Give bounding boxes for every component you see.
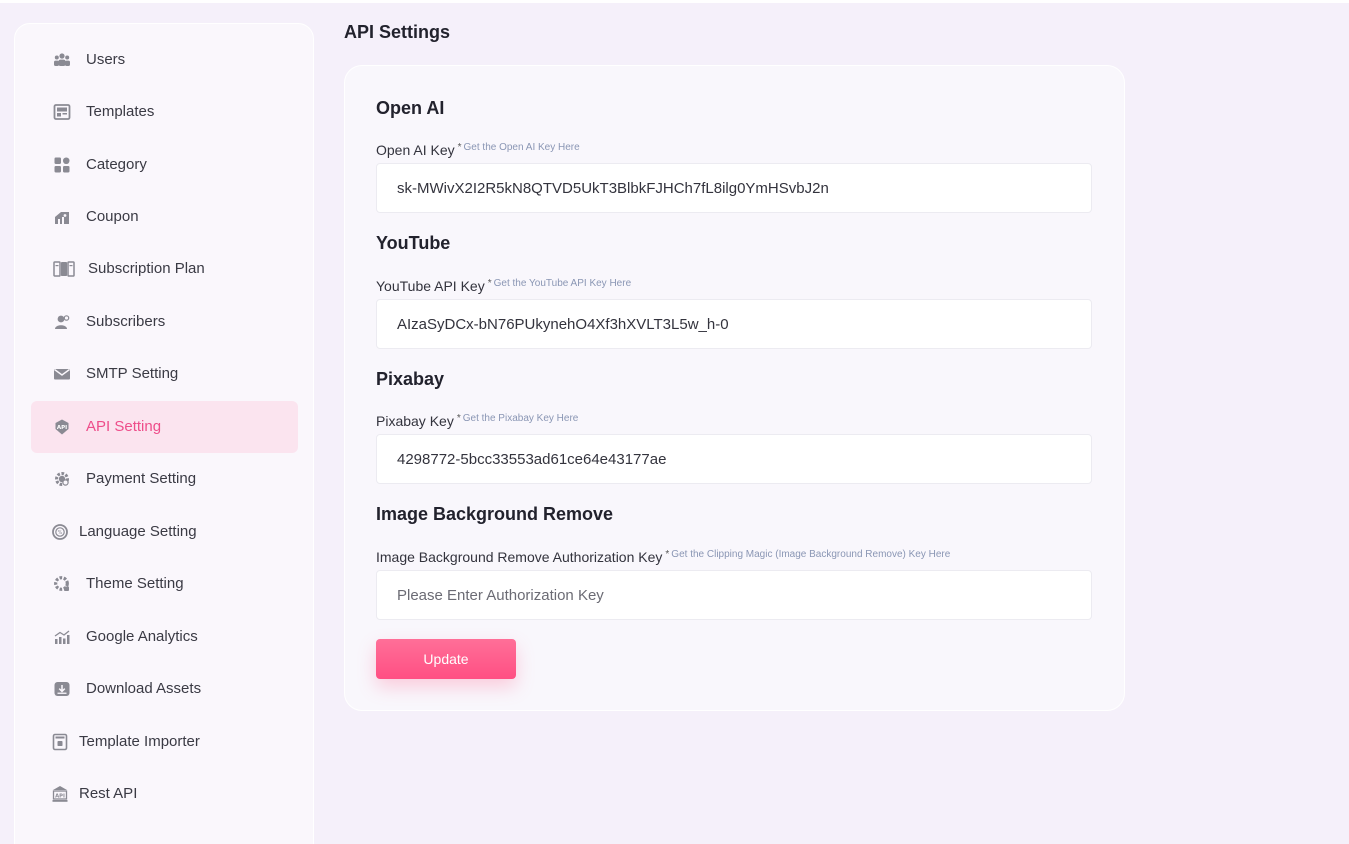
required-marker: * — [456, 413, 461, 424]
svg-text:API: API — [55, 793, 65, 799]
pixabay-section-title: Pixabay — [376, 369, 445, 389]
sidebar-item-template-importer[interactable]: Template Importer — [31, 716, 298, 768]
sidebar-item-download-assets[interactable]: Download Assets — [31, 663, 298, 715]
sidebar-item-label: Template Importer — [79, 733, 200, 750]
sidebar-item-rest-api[interactable]: API Rest API — [31, 768, 298, 820]
youtube-help-link[interactable]: Get the YouTube API Key Here — [494, 278, 632, 289]
sidebar-item-category[interactable]: Category — [31, 139, 298, 191]
sidebar-item-coupon[interactable]: Coupon — [31, 191, 298, 243]
field-label-text: Pixabay Key — [376, 413, 454, 429]
top-strip — [0, 0, 1349, 3]
sidebar-item-label: Rest API — [79, 785, 138, 802]
bgremove-key-input[interactable] — [376, 570, 1092, 620]
required-marker: * — [665, 549, 670, 560]
sidebar-item-google-analytics[interactable]: Google Analytics — [31, 611, 298, 663]
api-settings-card: Open AI Open AI Key * Get the Open AI Key … — [344, 65, 1125, 711]
sidebar-item-label: Coupon — [86, 208, 139, 225]
api-icon: API — [53, 418, 71, 436]
required-marker: * — [457, 142, 462, 153]
youtube-key-input[interactable] — [376, 299, 1092, 349]
rest-api-icon: API — [51, 785, 69, 803]
sidebar-item-label: Theme Setting — [86, 575, 184, 592]
sidebar-item-label: Google Analytics — [86, 628, 198, 645]
coupon-icon — [53, 208, 71, 226]
page-title: API Settings — [344, 22, 451, 42]
bgremove-help-link[interactable]: Get the Clipping Magic (Image Background… — [671, 549, 950, 560]
payment-gear-icon — [53, 470, 71, 488]
sidebar-item-label: SMTP Setting — [86, 365, 179, 382]
templates-icon — [53, 103, 71, 121]
sidebar-item-label: Payment Setting — [86, 470, 197, 487]
openai-help-link[interactable]: Get the Open AI Key Here — [464, 142, 580, 153]
sidebar-item-api-setting[interactable]: API API Setting — [31, 401, 298, 453]
users-icon — [53, 51, 71, 69]
youtube-section-title: YouTube — [376, 233, 451, 253]
pixabay-key-label: Pixabay Key * Get the Pixabay Key Here — [376, 413, 578, 429]
sidebar-item-label: Subscription Plan — [88, 260, 205, 277]
openai-key-input[interactable] — [376, 163, 1092, 213]
sidebar-item-templates[interactable]: Templates — [31, 86, 298, 138]
field-label-text: Open AI Key — [376, 142, 455, 158]
sidebar-item-smtp-setting[interactable]: SMTP Setting — [31, 348, 298, 400]
subscribers-icon — [53, 313, 71, 331]
sidebar-item-payment-setting[interactable]: Payment Setting — [31, 453, 298, 505]
analytics-icon — [53, 628, 71, 646]
bgremove-key-label: Image Background Remove Authorization Ke… — [376, 549, 950, 565]
category-icon — [53, 156, 71, 174]
update-button[interactable]: Update — [376, 639, 516, 679]
svg-text:%: % — [58, 530, 63, 536]
youtube-key-label: YouTube API Key * Get the YouTube API Key … — [376, 278, 631, 294]
sidebar-item-label: Language Setting — [79, 523, 197, 540]
sidebar-item-subscription-plan[interactable]: Subscription Plan — [31, 243, 298, 295]
theme-gear-icon — [53, 575, 71, 593]
sidebar-item-users[interactable]: Users — [31, 34, 298, 86]
sidebar-item-language-setting[interactable]: % Language Setting — [31, 506, 298, 558]
download-icon — [53, 680, 71, 698]
sidebar-item-label: API Setting — [86, 418, 162, 435]
pixabay-key-input[interactable] — [376, 434, 1092, 484]
template-importer-icon — [51, 733, 69, 751]
pixabay-help-link[interactable]: Get the Pixabay Key Here — [463, 413, 579, 424]
svg-text:API: API — [57, 425, 67, 431]
sidebar-item-label: Users — [86, 51, 126, 68]
sidebar-item-theme-setting[interactable]: Theme Setting — [31, 558, 298, 610]
sidebar-item-label: Templates — [86, 103, 155, 120]
language-icon: % — [51, 523, 69, 541]
sidebar-item-label: Category — [86, 156, 147, 173]
openai-section-title: Open AI — [376, 98, 445, 118]
sidebar: Users Templates Category Coupon Subscrip… — [14, 23, 314, 844]
subscription-plan-icon — [53, 260, 75, 278]
field-label-text: Image Background Remove Authorization Ke… — [376, 549, 663, 565]
openai-key-label: Open AI Key * Get the Open AI Key Here — [376, 142, 580, 158]
sidebar-item-subscribers[interactable]: Subscribers — [31, 296, 298, 348]
bgremove-section-title: Image Background Remove — [376, 504, 614, 524]
sidebar-item-label: Download Assets — [86, 680, 202, 697]
required-marker: * — [487, 278, 492, 289]
field-label-text: YouTube API Key — [376, 278, 485, 294]
sidebar-item-label: Subscribers — [86, 313, 166, 330]
mail-icon — [53, 365, 71, 383]
